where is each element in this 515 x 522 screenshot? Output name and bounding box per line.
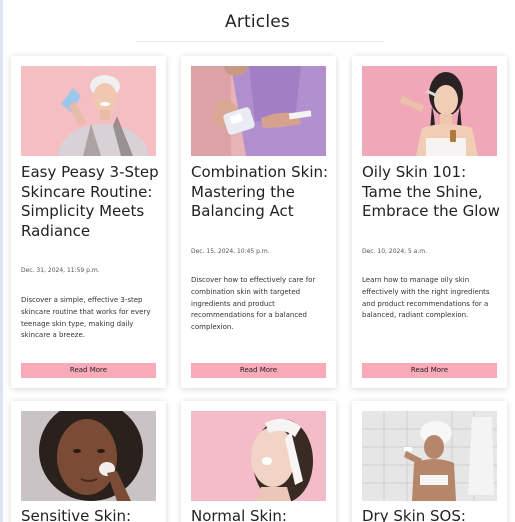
article-title[interactable]: Combination Skin: Mastering the Balancin… (191, 163, 331, 222)
article-description: Discover how to effectively care for com… (191, 276, 316, 332)
article-image[interactable] (21, 66, 156, 156)
woman-in-towel-bathroom-photo (362, 411, 497, 501)
article-description: Discover a simple, effective 3-step skin… (21, 296, 151, 340)
article-card[interactable]: Sensitive Skin: (11, 401, 166, 522)
article-card[interactable]: Easy Peasy 3-Step Skincare Routine: Simp… (11, 56, 166, 388)
woman-with-face-mask-photo (21, 66, 156, 156)
article-title[interactable]: Sensitive Skin: (21, 507, 161, 522)
title-divider (136, 41, 384, 42)
woman-with-cotton-pad-photo (21, 411, 156, 501)
article-image[interactable] (362, 411, 497, 501)
read-more-button[interactable]: Read More (362, 363, 497, 378)
article-card[interactable]: Oily Skin 101: Tame the Shine, Embrace t… (352, 56, 507, 388)
left-edge-border (0, 0, 3, 522)
hands-with-toner-bottle-photo (191, 66, 326, 156)
read-more-button[interactable]: Read More (21, 363, 156, 378)
article-date: Dec. 15, 2024, 10:45 p.m. (191, 248, 270, 255)
article-image[interactable] (191, 411, 326, 501)
article-date: Dec. 10, 2024, 5 a.m. (362, 248, 428, 255)
article-description: Learn how to manage oily skin effectivel… (362, 276, 490, 320)
article-card[interactable]: Combination Skin: Mastering the Balancin… (181, 56, 336, 388)
article-title[interactable]: Oily Skin 101: Tame the Shine, Embrace t… (362, 163, 502, 222)
article-title[interactable]: Easy Peasy 3-Step Skincare Routine: Simp… (21, 163, 161, 241)
article-image[interactable] (191, 66, 326, 156)
page-title: Articles (225, 12, 290, 32)
woman-with-headband-photo (191, 411, 326, 501)
article-image[interactable] (362, 66, 497, 156)
article-title[interactable]: Dry Skin SOS: (362, 507, 502, 522)
article-title[interactable]: Normal Skin: (191, 507, 331, 522)
woman-with-serum-dropper-photo (362, 66, 497, 156)
article-image[interactable] (21, 411, 156, 501)
article-card[interactable]: Normal Skin: (181, 401, 336, 522)
article-card[interactable]: Dry Skin SOS: (352, 401, 507, 522)
article-date: Dec. 31, 2024, 11:59 p.m. (21, 267, 100, 274)
read-more-button[interactable]: Read More (191, 363, 326, 378)
